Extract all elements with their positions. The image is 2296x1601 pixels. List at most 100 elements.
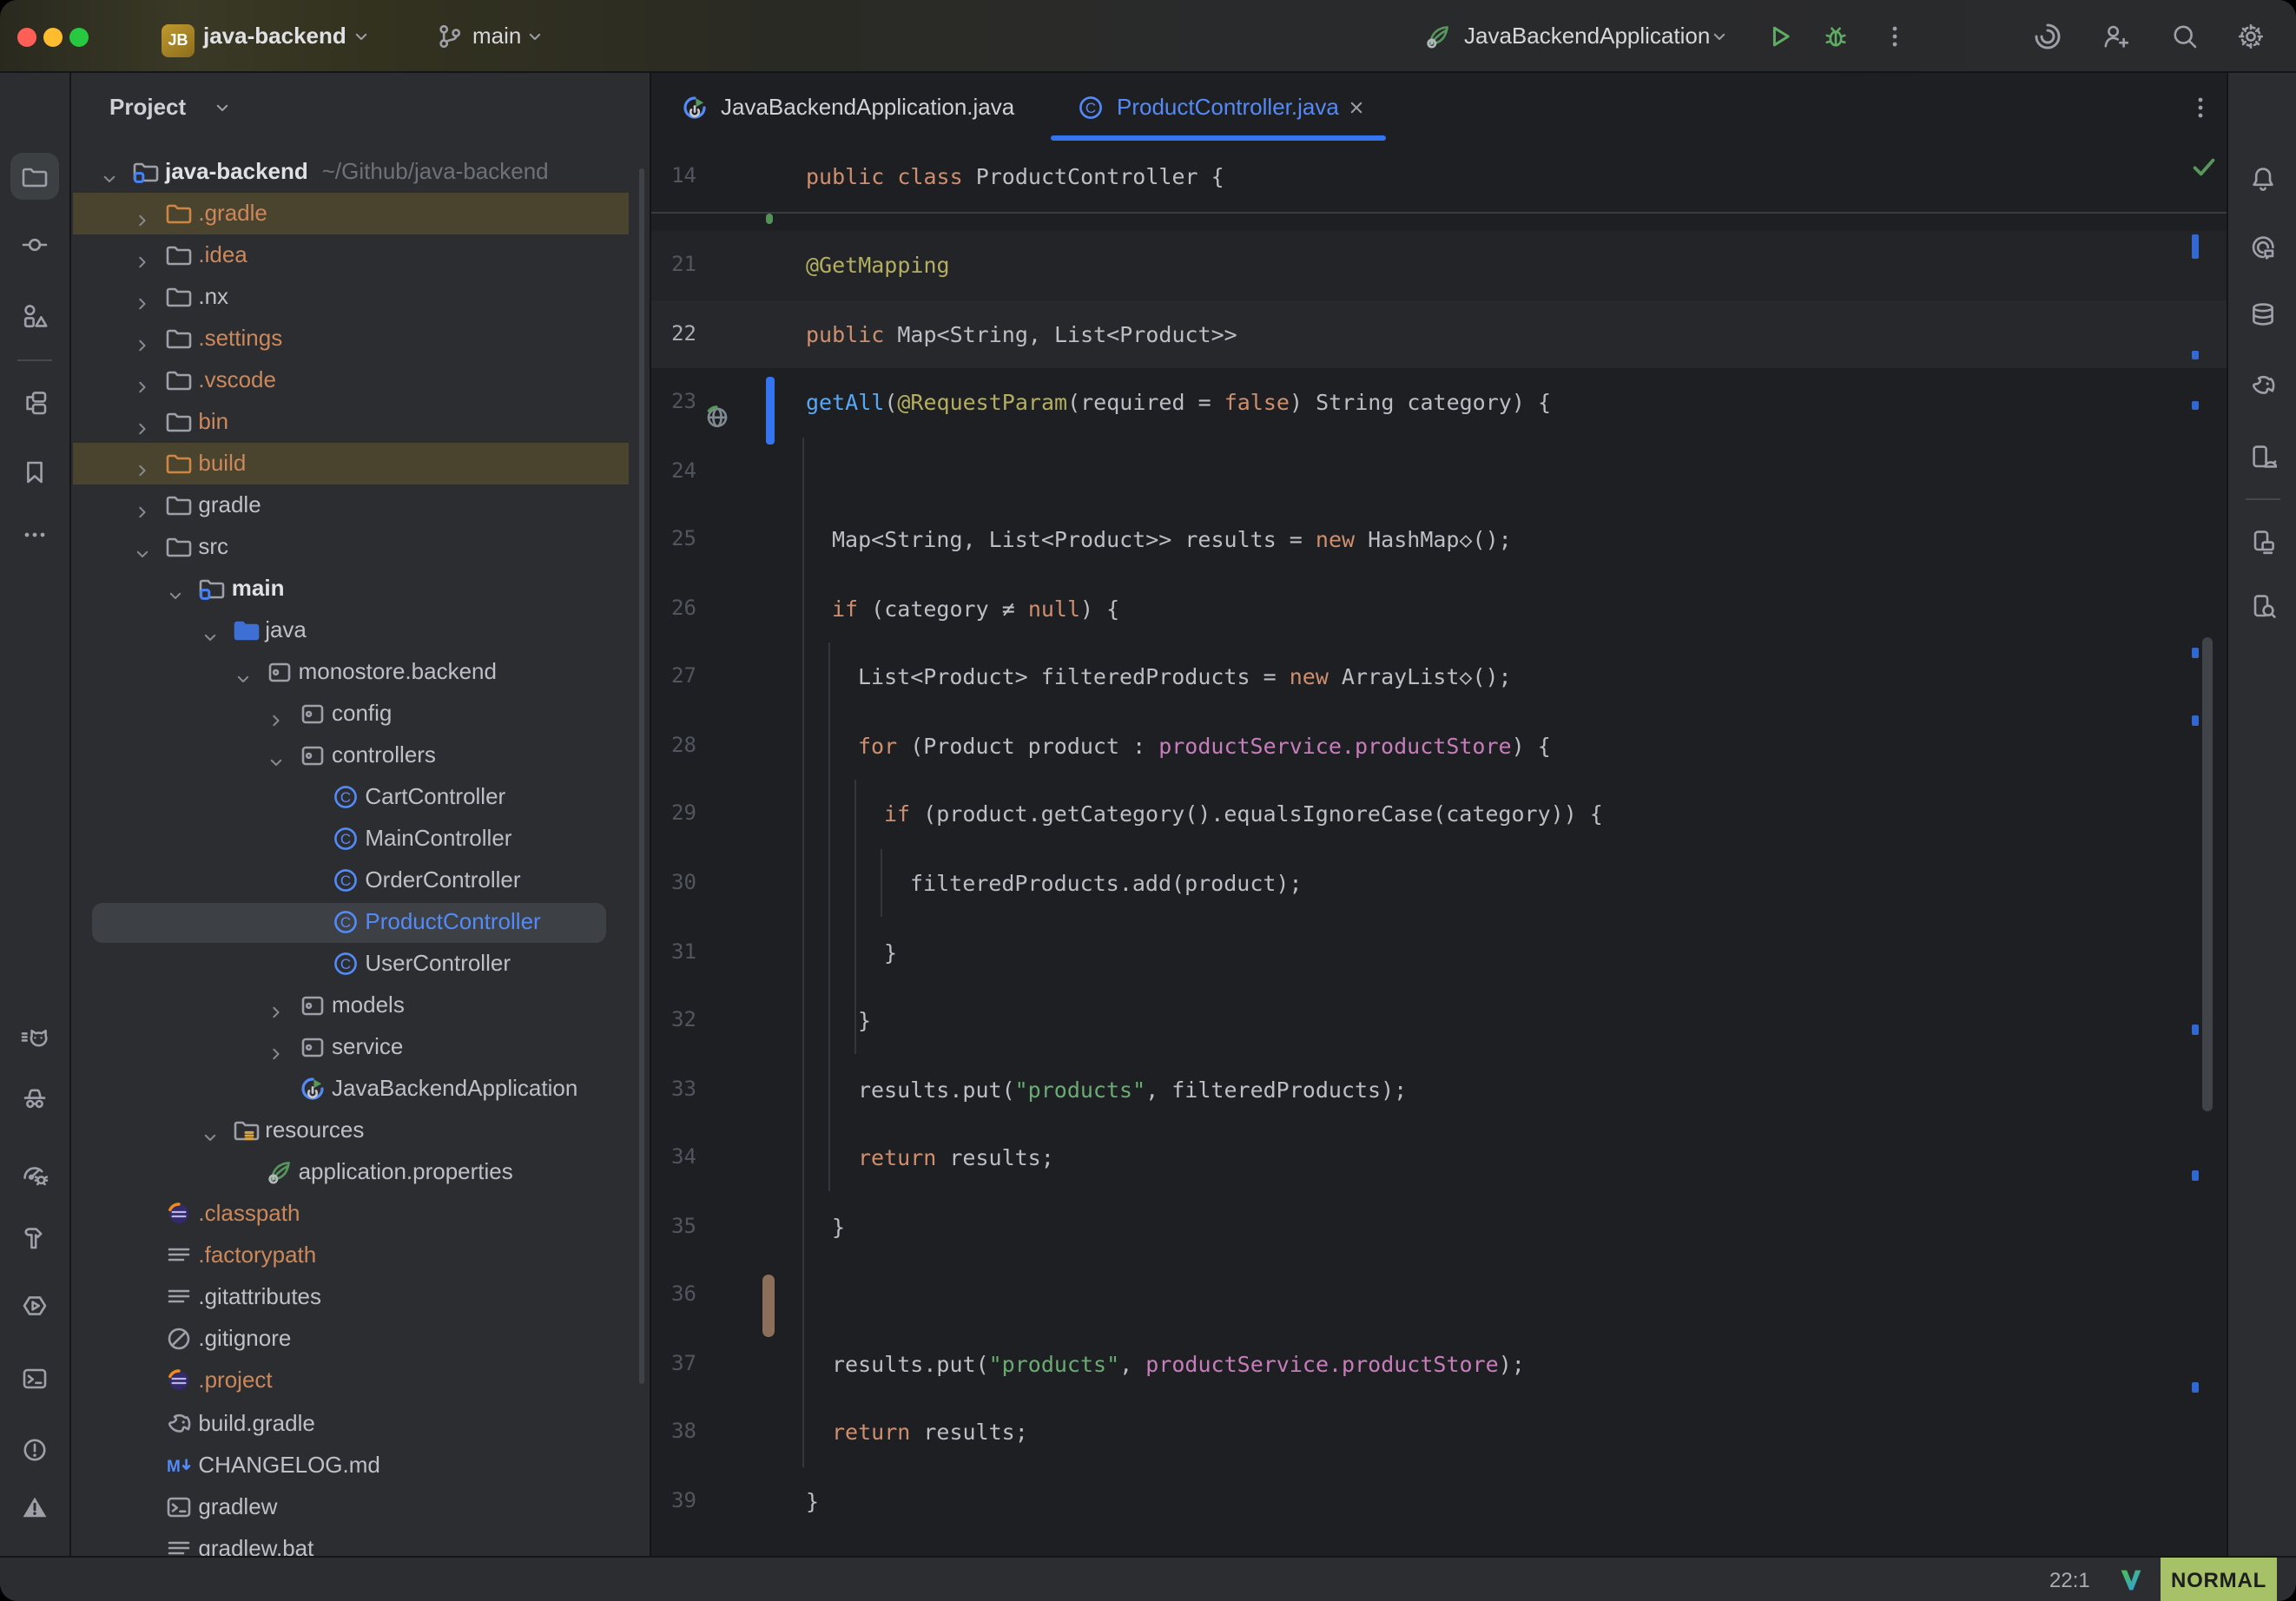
chevron-right-icon[interactable] bbox=[132, 286, 153, 306]
caret-position[interactable]: 22:1 bbox=[2049, 1558, 2090, 1601]
tree-item-maincontroller[interactable]: CMainController bbox=[70, 818, 650, 860]
device-explorer-icon[interactable] bbox=[2248, 592, 2276, 620]
tree-item-usercontroller[interactable]: CUserController bbox=[70, 943, 650, 985]
chevron-down-icon[interactable] bbox=[199, 1121, 220, 1142]
problems-tool-icon[interactable] bbox=[21, 1435, 49, 1463]
close-window-button[interactable] bbox=[16, 27, 36, 46]
debug-button[interactable] bbox=[1822, 23, 1850, 50]
branch-menu[interactable]: main bbox=[472, 0, 521, 73]
code-line-28[interactable]: 28for (Product product : productService.… bbox=[651, 712, 2226, 781]
inspections-ok-icon[interactable] bbox=[2190, 153, 2216, 179]
code-line-36[interactable]: 36 bbox=[651, 1262, 2226, 1330]
tree-item-resources[interactable]: resources bbox=[70, 1110, 650, 1152]
chevron-down-icon[interactable] bbox=[266, 745, 287, 766]
chevron-down-icon[interactable] bbox=[166, 578, 187, 599]
tree-item-ordercontroller[interactable]: COrderController bbox=[70, 860, 650, 901]
code-line-38[interactable]: 38return results; bbox=[651, 1399, 2226, 1467]
ai-assistant-icon[interactable] bbox=[2032, 21, 2060, 49]
tree-item-src[interactable]: src bbox=[70, 526, 650, 568]
running-devices-icon[interactable] bbox=[2248, 528, 2276, 556]
chevron-down-icon[interactable] bbox=[132, 537, 153, 557]
profiler-tool-icon[interactable] bbox=[21, 1159, 49, 1187]
change-marker[interactable] bbox=[2192, 1170, 2198, 1181]
change-marker[interactable] bbox=[2192, 715, 2198, 726]
more-tool-windows-icon[interactable] bbox=[21, 520, 49, 548]
chevron-right-icon[interactable] bbox=[132, 495, 153, 516]
rest-endpoint-globe-icon[interactable] bbox=[703, 388, 731, 416]
tree-item-changelog-md[interactable]: MCHANGELOG.md bbox=[70, 1444, 650, 1486]
bookmarks-tool-icon[interactable] bbox=[21, 458, 49, 486]
chevron-right-icon[interactable] bbox=[266, 703, 287, 724]
code-line-21[interactable]: 21@GetMapping bbox=[651, 231, 2226, 300]
tree-item-bin[interactable]: bin bbox=[70, 401, 650, 443]
notifications-bell-icon[interactable] bbox=[2248, 165, 2276, 193]
vim-mode-badge[interactable]: NORMAL bbox=[2161, 1558, 2277, 1601]
code-line-37[interactable]: 37results.put("products", productService… bbox=[651, 1330, 2226, 1399]
close-tab-icon[interactable] bbox=[1346, 97, 1374, 125]
project-name-menu[interactable]: java-backend bbox=[203, 0, 346, 73]
tree-item-main[interactable]: main bbox=[70, 568, 650, 609]
minimize-window-button[interactable] bbox=[43, 27, 62, 46]
run-tool-icon[interactable] bbox=[21, 1292, 49, 1320]
tree-item-java[interactable]: java bbox=[70, 609, 650, 651]
chevron-right-icon[interactable] bbox=[266, 995, 287, 1016]
device-manager-icon[interactable] bbox=[2248, 442, 2276, 470]
code-editor[interactable]: 21@GetMapping22public Map<String, List<P… bbox=[651, 141, 2226, 1556]
settings-gear-icon[interactable] bbox=[2237, 23, 2265, 50]
chevron-right-icon[interactable] bbox=[132, 370, 153, 391]
run-configuration-selector[interactable]: JavaBackendApplication bbox=[1464, 0, 1710, 73]
chevron-right-icon[interactable] bbox=[132, 327, 153, 348]
editor-options-icon[interactable] bbox=[2187, 93, 2214, 121]
tree-item-service[interactable]: service bbox=[70, 1026, 650, 1068]
project-tool-icon[interactable] bbox=[21, 162, 49, 190]
code-line-26[interactable]: 26if (category ≠ null) { bbox=[651, 575, 2226, 643]
tree-item-controllers[interactable]: controllers bbox=[70, 735, 650, 776]
chevron-right-icon[interactable] bbox=[132, 202, 153, 223]
chevron-right-icon[interactable] bbox=[266, 1037, 287, 1057]
chevron-down-icon[interactable] bbox=[99, 161, 120, 181]
tree-item-idea[interactable]: .idea bbox=[70, 234, 650, 275]
code-line-33[interactable]: 33results.put("products", filteredProduc… bbox=[651, 1055, 2226, 1123]
tree-item-java-backend[interactable]: java-backend~/Github/java-backend bbox=[70, 150, 650, 192]
tree-item-gitignore[interactable]: .gitignore bbox=[70, 1319, 650, 1361]
terminal-tool-icon[interactable] bbox=[21, 1364, 49, 1392]
services-tool-icon[interactable] bbox=[21, 389, 49, 417]
ideavim-icon[interactable] bbox=[2119, 1568, 2143, 1592]
tree-item-javabackendapplication[interactable]: JavaBackendApplication bbox=[70, 1069, 650, 1110]
tree-item-gradle[interactable]: .gradle bbox=[70, 192, 650, 234]
change-marker[interactable] bbox=[2192, 1025, 2198, 1035]
run-button[interactable] bbox=[1766, 23, 1794, 50]
tree-item-settings[interactable]: .settings bbox=[70, 317, 650, 359]
gradle-tool-icon[interactable] bbox=[2248, 372, 2276, 399]
editor-scrollbar[interactable] bbox=[2202, 637, 2213, 1111]
tree-item-vscode[interactable]: .vscode bbox=[70, 359, 650, 401]
code-line-25[interactable]: 25Map<String, List<Product>> results = n… bbox=[651, 505, 2226, 574]
code-line-31[interactable]: 31} bbox=[651, 918, 2226, 986]
project-panel-header[interactable]: Project bbox=[109, 87, 186, 128]
code-line-23[interactable]: 23getAll(@RequestParam(required = false)… bbox=[651, 368, 2226, 437]
tab-javabackendapplication[interactable]: JavaBackendApplication.java bbox=[665, 73, 1033, 141]
code-line-39[interactable]: 39} bbox=[651, 1467, 2226, 1536]
change-marker[interactable] bbox=[2192, 648, 2198, 658]
change-marker[interactable] bbox=[2192, 1382, 2198, 1393]
database-tool-icon[interactable] bbox=[2248, 300, 2276, 328]
change-marker[interactable] bbox=[2192, 234, 2198, 259]
chevron-right-icon[interactable] bbox=[132, 412, 153, 432]
change-marker[interactable] bbox=[2192, 351, 2198, 359]
chevron-down-icon[interactable] bbox=[233, 662, 254, 682]
tree-scrollbar[interactable] bbox=[638, 168, 644, 1384]
change-marker[interactable] bbox=[2192, 401, 2198, 410]
tree-item-gradlew-bat[interactable]: gradlew.bat bbox=[70, 1527, 650, 1556]
tree-item-cartcontroller[interactable]: CCartController bbox=[70, 776, 650, 818]
tree-item-build-gradle[interactable]: build.gradle bbox=[70, 1402, 650, 1444]
tree-item-models[interactable]: models bbox=[70, 985, 650, 1026]
tree-item-config[interactable]: config bbox=[70, 693, 650, 735]
chevron-right-icon[interactable] bbox=[132, 453, 153, 474]
code-line-34[interactable]: 34return results; bbox=[651, 1123, 2226, 1192]
code-line-24[interactable]: 24 bbox=[651, 437, 2226, 505]
code-line-27[interactable]: 27List<Product> filteredProducts = new A… bbox=[651, 643, 2226, 712]
code-line-32[interactable]: 32} bbox=[651, 986, 2226, 1055]
tab-productcontroller[interactable]: C ProductController.java bbox=[1047, 73, 1388, 141]
code-line-30[interactable]: 30filteredProducts.add(product); bbox=[651, 849, 2226, 918]
ai-assistant-tool-icon[interactable] bbox=[2248, 234, 2276, 262]
